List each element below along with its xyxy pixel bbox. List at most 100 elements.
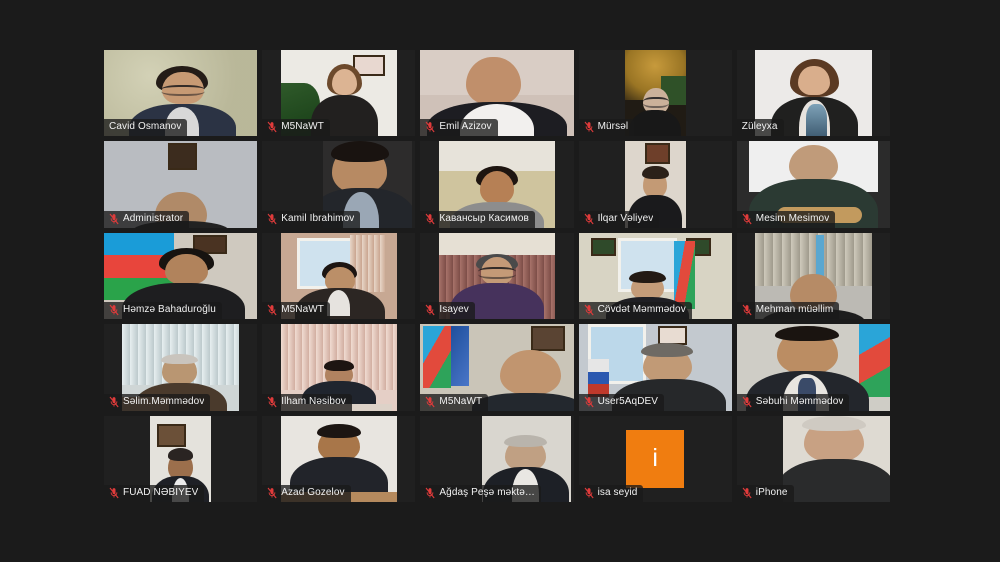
participant-name-bar: Züleyxa (736, 119, 784, 137)
participant-name: M5NaWT (281, 304, 325, 316)
participant-tile[interactable]: İlqar Vəliyev (578, 141, 732, 228)
participant-name-bar: İlqar Vəliyev (578, 210, 660, 228)
microphone-muted-icon (109, 487, 119, 499)
participant-name: Mehman müəllim (755, 304, 834, 316)
participant-tile[interactable]: Kamil İbrahimov (262, 141, 416, 228)
participant-name: Züleyxa (741, 121, 778, 133)
participant-name: Həmzə Bahaduroğlu (123, 304, 216, 316)
participant-name-bar: Azad Gozelov (262, 485, 351, 502)
participant-name: Səbuhi Məmmədov (755, 395, 844, 407)
participant-name: İlham Nəsibov (281, 395, 346, 407)
participant-name-bar: İlham Nəsibov (262, 393, 352, 411)
microphone-muted-icon (742, 396, 752, 407)
microphone-muted-icon (584, 396, 594, 407)
microphone-muted-icon (742, 213, 752, 225)
participant-tile[interactable]: Azad Gozelov (262, 415, 416, 502)
microphone-muted-icon (267, 122, 277, 133)
participant-tile[interactable]: Кавансыр Касимов (420, 141, 574, 228)
microphone-muted-icon (584, 304, 594, 316)
participant-tile[interactable]: User5AqDEV (578, 324, 732, 411)
participant-name: Azad Gozelov (281, 487, 345, 498)
microphone-muted-icon (425, 396, 435, 407)
participant-tile[interactable]: M5NaWT (262, 232, 416, 320)
participant-tile[interactable]: Həmzə Bahaduroğlu (104, 232, 258, 320)
participant-video (782, 415, 890, 502)
participant-name: Кавансыр Касимов (439, 212, 529, 224)
participant-name: M5NaWT (439, 395, 483, 407)
participant-name-bar: İsayev (420, 302, 475, 320)
avatar-initial-letter: i (652, 444, 658, 473)
participant-name-bar: User5AqDEV (578, 393, 665, 411)
microphone-muted-icon (425, 213, 435, 225)
participant-grid: Cavid Osmanov M5NaWT Emil Azizov Mürsəl … (104, 50, 890, 502)
participant-name-bar: Mürsəl (578, 119, 635, 137)
participant-name-bar: M5NaWT (262, 302, 331, 320)
microphone-muted-icon (425, 122, 435, 133)
participant-name: iPhone (755, 487, 788, 498)
participant-name: User5AqDEV (597, 395, 659, 407)
microphone-muted-icon (109, 304, 119, 316)
participant-tile[interactable]: M5NaWT (262, 50, 416, 137)
participant-tile[interactable]: Cövdət Məmmədov (578, 232, 732, 320)
microphone-muted-icon (425, 304, 435, 316)
participant-name: Kamil İbrahimov (281, 212, 355, 224)
participant-name: Ağdaş Peşə məktə… (439, 487, 536, 498)
participant-name-bar: FUAD NƏBIYEV (104, 485, 205, 502)
participant-name-bar: iPhone (736, 485, 794, 502)
microphone-muted-icon (109, 396, 119, 407)
microphone-muted-icon (425, 487, 435, 499)
microphone-muted-icon (742, 304, 752, 316)
microphone-muted-icon (267, 213, 277, 225)
participant-name: Cövdət Məmmədov (597, 304, 686, 316)
participant-name-bar: Həmzə Bahaduroğlu (104, 302, 222, 320)
participant-tile[interactable]: Mürsəl (578, 50, 732, 137)
participant-tile[interactable]: Mehman müəllim (736, 232, 890, 320)
participant-name: Emil Azizov (439, 121, 492, 133)
participant-tile[interactable]: Səbuhi Məmmədov (736, 324, 890, 411)
microphone-muted-icon (267, 396, 277, 407)
participant-tile[interactable]: Ağdaş Peşə məktə… (420, 415, 574, 502)
participant-name: Cavid Osmanov (109, 121, 182, 133)
microphone-muted-icon (584, 487, 594, 499)
participant-name-bar: isa seyid (578, 485, 644, 502)
participant-tile[interactable]: M5NaWT (420, 324, 574, 411)
participant-name-bar: Kamil İbrahimov (262, 210, 361, 228)
participant-name-bar: Cavid Osmanov (104, 119, 188, 137)
participant-name: FUAD NƏBIYEV (123, 487, 199, 498)
participant-name: İlqar Vəliyev (597, 212, 654, 224)
participant-name-bar: M5NaWT (420, 393, 489, 411)
microphone-muted-icon (267, 304, 277, 316)
participant-name-bar: M5NaWT (262, 119, 331, 137)
participant-tile[interactable]: Səlim.Məmmədov (104, 324, 258, 411)
participant-tile[interactable]: Mesim Mesimov (736, 141, 890, 228)
participant-name: Mesim Mesimov (755, 212, 830, 224)
participant-tile[interactable]: Züleyxa (736, 50, 890, 137)
participant-tile[interactable]: i isa seyid (578, 415, 732, 502)
microphone-muted-icon (267, 487, 277, 499)
participant-tile[interactable]: Emil Azizov (420, 50, 574, 137)
participant-name-bar: Səlim.Məmmədov (104, 393, 211, 411)
participant-tile[interactable]: İlham Nəsibov (262, 324, 416, 411)
participant-name: İsayev (439, 304, 469, 316)
participant-name-bar: Mesim Mesimov (736, 210, 836, 228)
participant-tile[interactable]: FUAD NƏBIYEV (104, 415, 258, 502)
participant-name-bar: Emil Azizov (420, 119, 498, 137)
meeting-gallery-view: Cavid Osmanov M5NaWT Emil Azizov Mürsəl … (0, 0, 1000, 562)
participant-name: M5NaWT (281, 121, 325, 133)
microphone-muted-icon (742, 487, 752, 499)
participant-name: Səlim.Məmmədov (123, 395, 205, 407)
participant-name-bar: Кавансыр Касимов (420, 210, 535, 228)
microphone-muted-icon (109, 213, 119, 225)
participant-avatar: i (626, 429, 685, 488)
participant-name: isa seyid (597, 487, 638, 498)
participant-tile[interactable]: iPhone (736, 415, 890, 502)
participant-name-bar: Səbuhi Məmmədov (736, 393, 850, 411)
participant-tile[interactable]: Cavid Osmanov (104, 50, 258, 137)
participant-tile[interactable]: Administrator (104, 141, 258, 228)
participant-name: Mürsəl (597, 121, 629, 133)
microphone-muted-icon (584, 213, 594, 225)
participant-name-bar: Mehman müəllim (736, 302, 840, 320)
microphone-muted-icon (584, 122, 594, 133)
participant-name-bar: Administrator (104, 210, 190, 228)
participant-tile[interactable]: İsayev (420, 232, 574, 320)
